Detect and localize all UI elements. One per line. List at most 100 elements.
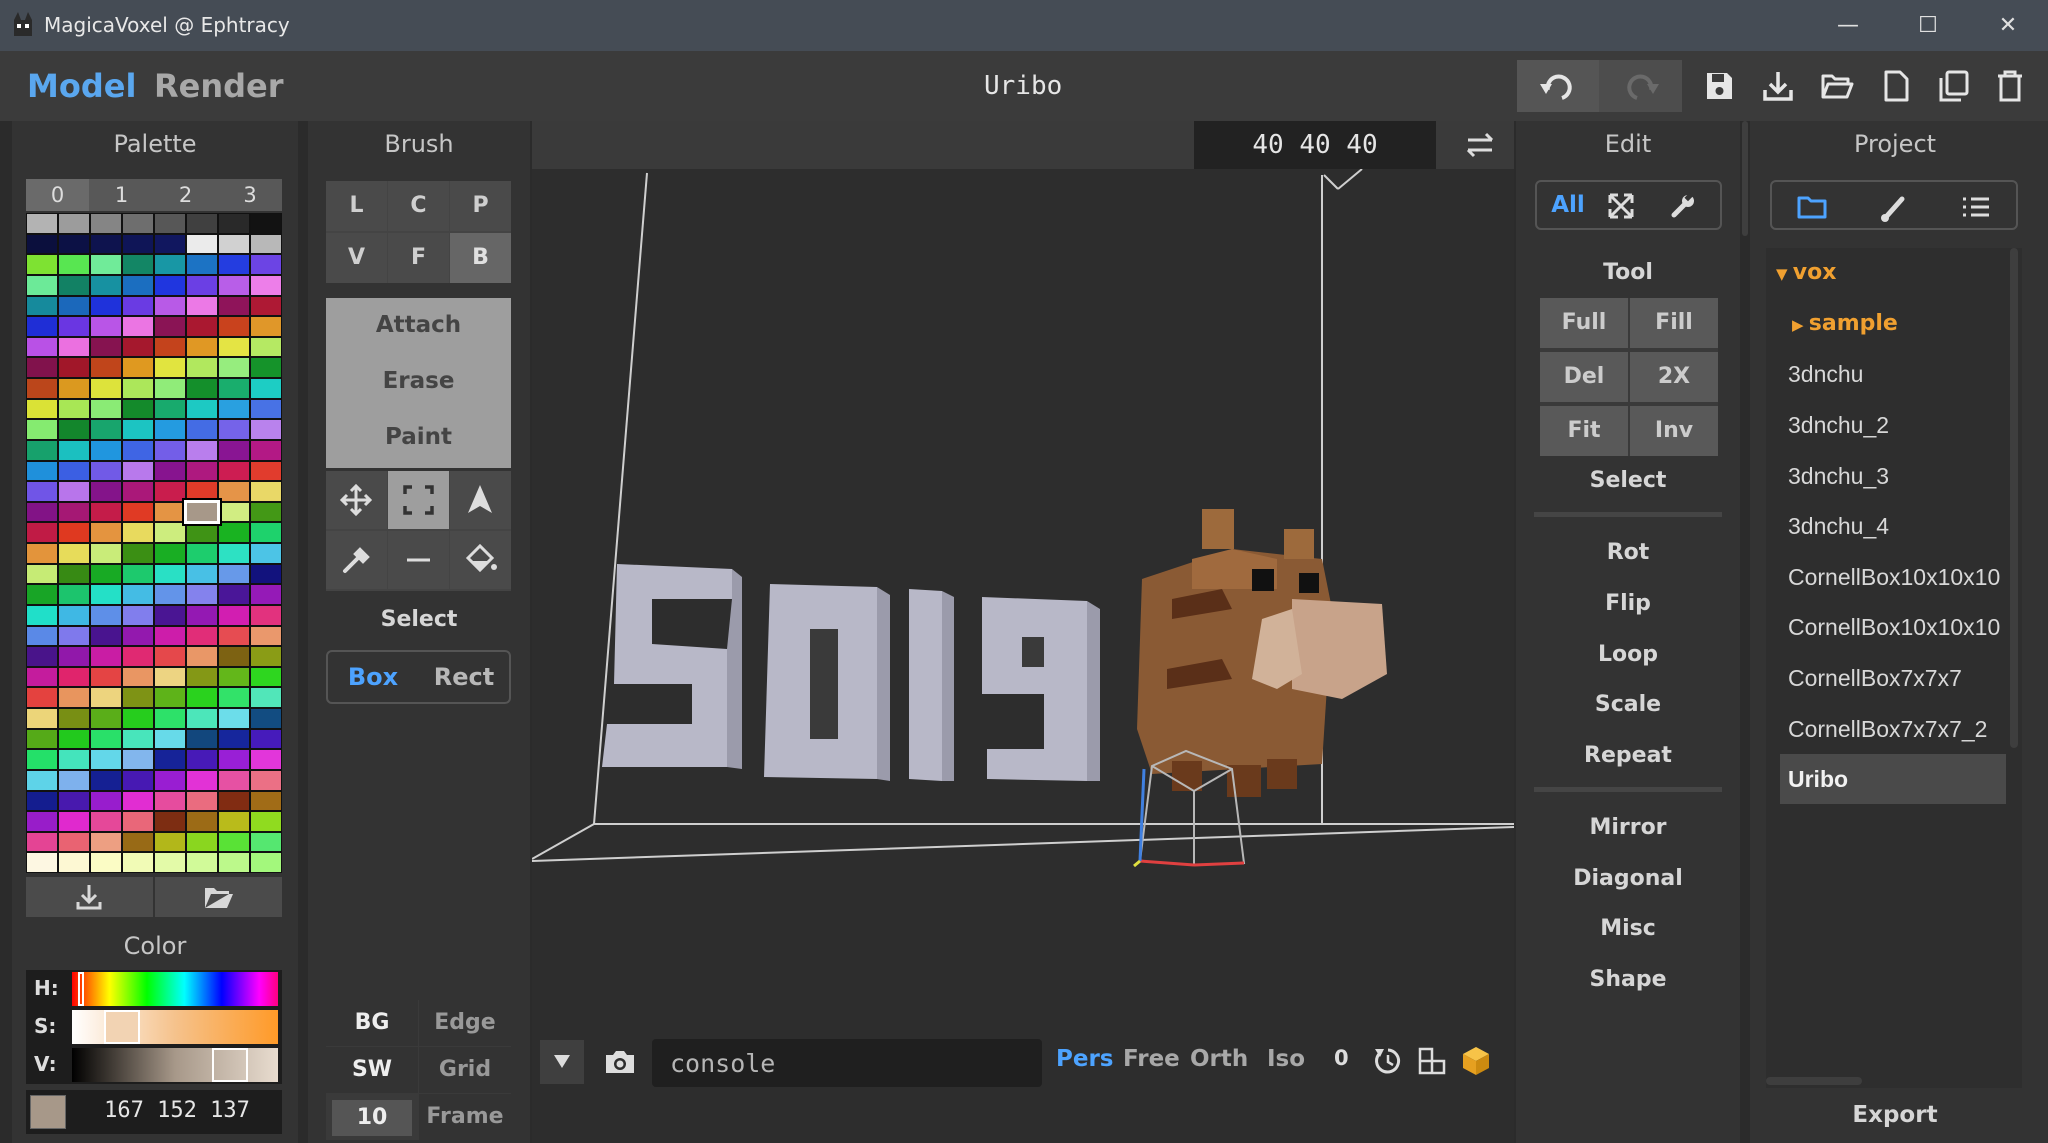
palette-swatch[interactable] xyxy=(155,461,185,481)
palette-swatch[interactable] xyxy=(219,358,249,377)
palette-tab-0[interactable]: 0 xyxy=(26,179,89,211)
project-hscrollbar[interactable] xyxy=(1766,1077,1862,1085)
file-item-3dnchu-4[interactable]: 3dnchu_4 xyxy=(1780,501,2006,551)
console-input[interactable]: console xyxy=(652,1039,1042,1087)
palette-swatch[interactable] xyxy=(187,564,217,584)
palette-swatch[interactable] xyxy=(219,626,249,646)
palette-swatch[interactable] xyxy=(251,317,281,336)
hue-slider[interactable] xyxy=(72,972,278,1006)
palette-swatch[interactable] xyxy=(251,667,281,687)
palette-swatch[interactable] xyxy=(187,626,217,646)
palette-open-button[interactable] xyxy=(155,877,282,917)
cube-icon[interactable] xyxy=(1458,1043,1494,1079)
palette-swatch[interactable] xyxy=(27,729,57,749)
rgb-value[interactable]: 167 152 137 xyxy=(72,1098,282,1123)
palette-swatch[interactable] xyxy=(91,605,121,625)
palette-swatch[interactable] xyxy=(219,461,249,481)
palette-swatch[interactable] xyxy=(219,812,249,831)
palette-swatch[interactable] xyxy=(123,626,153,646)
palette-grid[interactable] xyxy=(26,213,282,873)
brush-mode-v[interactable]: V xyxy=(326,233,387,283)
camera-icon[interactable] xyxy=(598,1040,642,1084)
palette-swatch[interactable] xyxy=(59,234,89,254)
view-angle-value[interactable]: 0 xyxy=(1334,1046,1349,1070)
palette-swatch[interactable] xyxy=(91,379,121,398)
palette-swatch[interactable] xyxy=(187,853,217,872)
folder-icon[interactable] xyxy=(1794,189,1830,225)
palette-swatch[interactable] xyxy=(187,729,217,749)
paint-button[interactable]: Paint xyxy=(326,424,511,450)
tool-full-button[interactable]: Full xyxy=(1540,298,1628,348)
expand-icon[interactable] xyxy=(1603,188,1639,224)
attach-button[interactable]: Attach xyxy=(326,312,511,338)
palette-swatch[interactable] xyxy=(123,544,153,563)
palette-swatch[interactable] xyxy=(123,709,153,728)
rotate-view-icon[interactable] xyxy=(1370,1043,1406,1079)
file-item-3dnchu-3[interactable]: 3dnchu_3 xyxy=(1780,451,2006,501)
palette-swatch[interactable] xyxy=(27,564,57,584)
palette-swatch[interactable] xyxy=(251,585,281,604)
palette-swatch[interactable] xyxy=(123,337,153,357)
undo-button[interactable] xyxy=(1517,60,1599,112)
scale-button[interactable]: Scale xyxy=(1516,692,1740,717)
palette-swatch[interactable] xyxy=(91,523,121,542)
palette-swatch[interactable] xyxy=(155,564,185,584)
palette-swatch[interactable] xyxy=(59,585,89,604)
palette-swatch[interactable] xyxy=(123,647,153,666)
palette-swatch[interactable] xyxy=(27,379,57,398)
palette-swatch[interactable] xyxy=(219,667,249,687)
palette-swatch[interactable] xyxy=(59,523,89,542)
palette-swatch[interactable] xyxy=(219,379,249,398)
line-tool-button[interactable] xyxy=(388,531,449,589)
rot-button[interactable]: Rot xyxy=(1516,540,1740,565)
duplicate-icon[interactable] xyxy=(1928,60,1980,112)
palette-swatch[interactable] xyxy=(155,770,185,790)
file-item-cornellbox10-b[interactable]: CornellBox10x10x10 xyxy=(1780,602,2006,652)
file-item-3dnchu-2[interactable]: 3dnchu_2 xyxy=(1780,400,2006,450)
palette-swatch[interactable] xyxy=(251,234,281,254)
hue-handle[interactable] xyxy=(78,972,84,1006)
palette-swatch[interactable] xyxy=(187,647,217,666)
tab-render[interactable]: Render xyxy=(154,67,284,105)
palette-swatch[interactable] xyxy=(59,605,89,625)
palette-swatch[interactable] xyxy=(27,688,57,707)
collapse-button[interactable] xyxy=(540,1040,584,1084)
palette-swatch[interactable] xyxy=(59,255,89,274)
palette-swatch[interactable] xyxy=(187,296,217,316)
palette-swatch[interactable] xyxy=(187,605,217,625)
tool-fill-button[interactable]: Fill xyxy=(1630,298,1718,348)
palette-swatch[interactable] xyxy=(251,770,281,790)
edge-button[interactable]: Edge xyxy=(419,1000,511,1046)
palette-swatch[interactable] xyxy=(251,853,281,872)
palette-swatch[interactable] xyxy=(123,214,153,233)
palette-swatch[interactable] xyxy=(59,564,89,584)
palette-swatch[interactable] xyxy=(59,296,89,316)
palette-swatch[interactable] xyxy=(155,379,185,398)
palette-swatch[interactable] xyxy=(59,791,89,811)
palette-swatch[interactable] xyxy=(123,399,153,419)
palette-swatch[interactable] xyxy=(27,709,57,728)
palette-swatch[interactable] xyxy=(27,337,57,357)
saturation-slider[interactable] xyxy=(72,1010,278,1044)
redo-button[interactable] xyxy=(1601,60,1682,112)
new-file-icon[interactable] xyxy=(1870,60,1922,112)
picker-tool-button[interactable] xyxy=(326,531,387,589)
palette-swatch[interactable] xyxy=(219,420,249,439)
palette-swatch[interactable] xyxy=(123,275,153,295)
palette-swatch[interactable] xyxy=(91,688,121,707)
palette-swatch[interactable] xyxy=(59,812,89,831)
saturation-handle[interactable] xyxy=(104,1010,140,1044)
palette-swatch[interactable] xyxy=(123,440,153,460)
palette-swatch[interactable] xyxy=(219,791,249,811)
palette-swatch[interactable] xyxy=(155,234,185,254)
brush-mode-f[interactable]: F xyxy=(388,233,449,283)
palette-swatch[interactable] xyxy=(187,399,217,419)
palette-swatch[interactable] xyxy=(91,667,121,687)
palette-swatch[interactable] xyxy=(251,564,281,584)
palette-swatch[interactable] xyxy=(219,523,249,542)
palette-swatch[interactable] xyxy=(59,770,89,790)
palette-swatch[interactable] xyxy=(155,482,185,501)
palette-swatch[interactable] xyxy=(91,647,121,666)
palette-swatch[interactable] xyxy=(59,482,89,501)
palette-swatch[interactable] xyxy=(219,337,249,357)
